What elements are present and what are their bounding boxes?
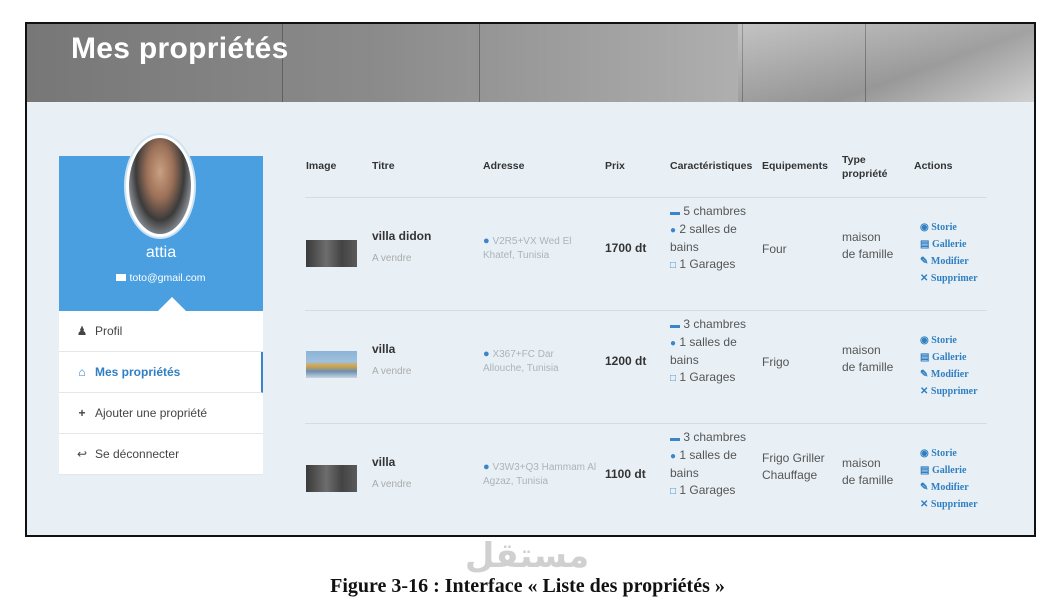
eye-icon: ◉ <box>920 222 929 233</box>
storie-link[interactable]: ◉ Storie <box>920 219 978 236</box>
watermark: مستقل <box>464 536 590 576</box>
map-pin-icon: ● <box>483 348 490 360</box>
edit-icon: ✎ <box>920 256 929 267</box>
header-banner: Mes propriétés <box>27 24 1034 102</box>
eye-icon: ◉ <box>920 448 929 459</box>
gallery-icon: ▤ <box>920 352 930 363</box>
property-address: ● V2R5+VX Wed El Khatef, Tunisia <box>483 235 572 261</box>
property-image <box>306 351 357 378</box>
property-status: A vendre <box>372 479 412 490</box>
property-address: ● V3W3+Q3 Hammam Al Agzaz, Tunisia <box>483 461 597 487</box>
home-icon: ⌂ <box>78 365 86 379</box>
delete-icon: ✕ <box>920 499 929 510</box>
column-header-type: Type propriété <box>842 154 888 180</box>
property-equipment: Frigo Griller Chauffage <box>762 451 825 482</box>
water-drop-icon: ● <box>670 338 677 349</box>
row-actions: ◉ Storie ▤ Gallerie ✎ Modifier ✕ Supprim… <box>920 219 978 287</box>
plus-icon: + <box>78 406 86 420</box>
supprimer-link[interactable]: ✕ Supprimer <box>920 383 978 400</box>
column-header-image: Image <box>306 160 337 172</box>
table-row: villa A vendre <box>372 455 411 490</box>
envelope-icon <box>116 274 127 281</box>
table-row: villa A vendre <box>372 342 411 377</box>
property-price: 1700 dt <box>605 241 647 255</box>
garage-icon: □ <box>670 260 677 271</box>
logout-icon: ↩ <box>76 447 88 461</box>
sidebar-item-mes-proprietes[interactable]: ⌂ Mes propriétés <box>59 352 263 393</box>
page-title: Mes propriétés <box>71 32 289 65</box>
supprimer-link[interactable]: ✕ Supprimer <box>920 496 978 513</box>
row-actions: ◉ Storie ▤ Gallerie ✎ Modifier ✕ Supprim… <box>920 445 978 513</box>
property-address: ● X367+FC Dar Allouche, Tunisia <box>483 348 559 374</box>
gallerie-link[interactable]: ▤ Gallerie <box>920 349 978 366</box>
property-features: ▬ 3 chambres ● 1 salles de bains □ 1 Gar… <box>670 317 747 384</box>
eye-icon: ◉ <box>920 335 929 346</box>
row-actions: ◉ Storie ▤ Gallerie ✎ Modifier ✕ Supprim… <box>920 332 978 400</box>
column-header-prix: Prix <box>605 160 625 172</box>
column-header-titre: Titre <box>372 160 395 172</box>
column-header-adresse: Adresse <box>483 160 525 172</box>
profile-notch <box>158 297 186 311</box>
user-icon: ♟ <box>76 324 88 338</box>
property-price: 1200 dt <box>605 354 647 368</box>
property-title: villa <box>372 342 396 356</box>
storie-link[interactable]: ◉ Storie <box>920 332 978 349</box>
garage-icon: □ <box>670 373 677 384</box>
property-status: A vendre <box>372 253 412 264</box>
column-header-caracteristiques: Caractéristiques <box>670 160 753 172</box>
property-type: maison de famille <box>842 230 894 261</box>
gallerie-link[interactable]: ▤ Gallerie <box>920 236 978 253</box>
storie-link[interactable]: ◉ Storie <box>920 445 978 462</box>
sidebar-item-ajouter-propriete[interactable]: + Ajouter une propriété <box>59 393 263 434</box>
delete-icon: ✕ <box>920 386 929 397</box>
water-drop-icon: ● <box>670 451 677 462</box>
property-equipment: Frigo <box>762 355 790 369</box>
property-image <box>306 240 357 267</box>
avatar <box>124 133 196 239</box>
edit-icon: ✎ <box>920 369 929 380</box>
app-screenshot-frame: Mes propriétés attia toto@gmail.com ♟ Pr… <box>25 22 1036 537</box>
water-drop-icon: ● <box>670 225 677 236</box>
garage-icon: □ <box>670 486 677 497</box>
figure-caption: Figure 3-16 : Interface « Liste des prop… <box>330 575 725 597</box>
gallery-icon: ▤ <box>920 465 930 476</box>
property-features: ▬ 5 chambres ● 2 salles de bains □ 1 Gar… <box>670 204 747 271</box>
sidebar-item-profil[interactable]: ♟ Profil <box>59 311 263 352</box>
map-pin-icon: ● <box>483 235 490 247</box>
edit-icon: ✎ <box>920 482 929 493</box>
bed-icon: ▬ <box>670 320 680 331</box>
profile-name: attia <box>145 244 177 261</box>
gallery-icon: ▤ <box>920 239 930 250</box>
property-features: ▬ 3 chambres ● 1 salles de bains □ 1 Gar… <box>670 430 747 497</box>
table-row: villa didon A vendre <box>372 229 431 264</box>
property-title: villa didon <box>372 229 432 243</box>
property-type: maison de famille <box>842 343 894 374</box>
profile-email: toto@gmail.com <box>59 272 263 284</box>
modifier-link[interactable]: ✎ Modifier <box>920 366 978 383</box>
modifier-link[interactable]: ✎ Modifier <box>920 253 978 270</box>
column-header-actions: Actions <box>914 160 953 172</box>
bed-icon: ▬ <box>670 207 680 218</box>
sidebar-item-se-deconnecter[interactable]: ↩ Se déconnecter <box>59 434 263 475</box>
property-price: 1100 dt <box>605 467 646 481</box>
property-equipment: Four <box>762 242 787 256</box>
supprimer-link[interactable]: ✕ Supprimer <box>920 270 978 287</box>
column-header-equipements: Equipements <box>762 160 828 172</box>
property-title: villa <box>372 455 396 469</box>
delete-icon: ✕ <box>920 273 929 284</box>
map-pin-icon: ● <box>483 461 490 473</box>
gallerie-link[interactable]: ▤ Gallerie <box>920 462 978 479</box>
sidebar-menu: ♟ Profil ⌂ Mes propriétés + Ajouter une … <box>59 311 263 475</box>
bed-icon: ▬ <box>670 433 680 444</box>
modifier-link[interactable]: ✎ Modifier <box>920 479 978 496</box>
property-status: A vendre <box>372 366 412 377</box>
property-type: maison de famille <box>842 456 894 487</box>
property-image <box>306 465 357 492</box>
